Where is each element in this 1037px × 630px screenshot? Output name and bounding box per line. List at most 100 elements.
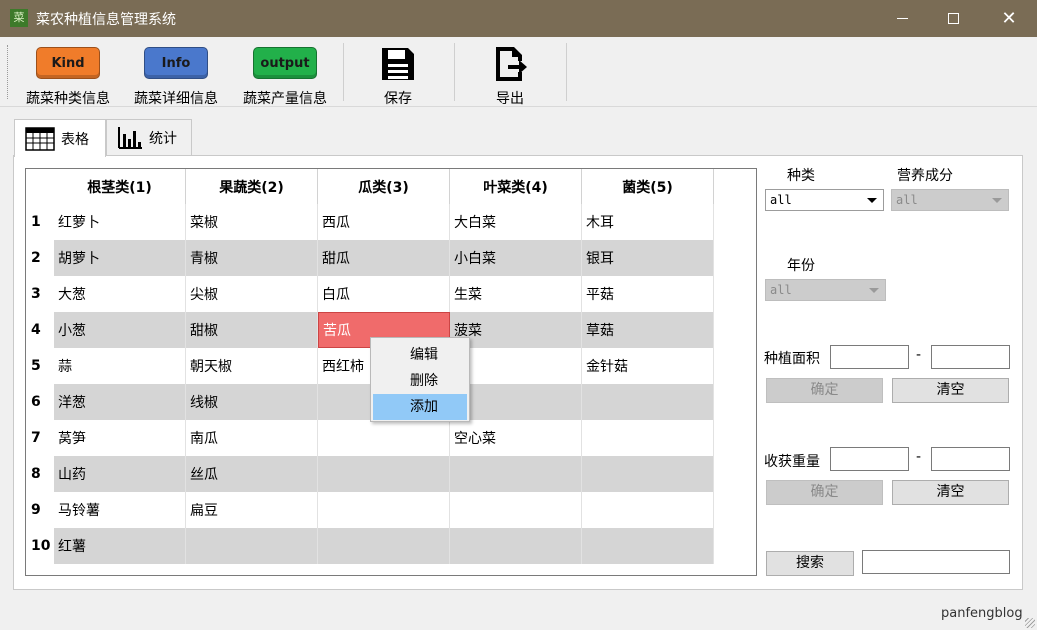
- table-cell[interactable]: 小白菜: [450, 240, 582, 276]
- table-cell[interactable]: 扁豆: [186, 492, 318, 528]
- table-cell[interactable]: 红薯: [54, 528, 186, 564]
- nutrition-select-value: all: [896, 193, 918, 207]
- area-filter-label: 种植面积: [764, 351, 820, 367]
- row-header[interactable]: 7: [26, 420, 54, 456]
- column-header[interactable]: 果蔬类(2): [186, 169, 318, 204]
- table-cell[interactable]: [450, 492, 582, 528]
- info-badge-icon: Info: [144, 47, 208, 79]
- area-clear-button[interactable]: 清空: [892, 378, 1009, 403]
- toolbar-separator: [566, 43, 567, 101]
- table-cell[interactable]: 小葱: [54, 312, 186, 348]
- table-cell[interactable]: 线椒: [186, 384, 318, 420]
- table-cell[interactable]: [450, 456, 582, 492]
- menu-item-edit[interactable]: 编辑: [371, 342, 469, 368]
- export-label: 导出: [496, 91, 524, 107]
- row-header[interactable]: 1: [26, 204, 54, 240]
- table-cell[interactable]: 木耳: [582, 204, 714, 240]
- column-header[interactable]: 根茎类(1): [54, 169, 186, 204]
- kind-button[interactable]: Kind 蔬菜种类信息: [18, 43, 118, 107]
- table-cell[interactable]: [450, 528, 582, 564]
- tab-table[interactable]: 表格: [14, 119, 106, 157]
- table-cell[interactable]: 山药: [54, 456, 186, 492]
- toolbar: Kind 蔬菜种类信息 Info 蔬菜详细信息 output 蔬菜产量信息 保存…: [0, 37, 1037, 107]
- table-cell[interactable]: 莴笋: [54, 420, 186, 456]
- bar-chart-icon: [118, 126, 142, 149]
- table-cell[interactable]: [582, 492, 714, 528]
- row-header[interactable]: 9: [26, 492, 54, 528]
- table-cell[interactable]: [582, 456, 714, 492]
- table-cell[interactable]: 大白菜: [450, 204, 582, 240]
- output-button[interactable]: output 蔬菜产量信息: [235, 43, 335, 107]
- table-cell[interactable]: [582, 528, 714, 564]
- row-header[interactable]: 4: [26, 312, 54, 348]
- column-header[interactable]: 菌类(5): [582, 169, 714, 204]
- resize-grip-icon[interactable]: [1025, 618, 1035, 628]
- area-min-input[interactable]: [830, 345, 909, 369]
- minimize-icon: [896, 18, 908, 19]
- table-cell[interactable]: 平菇: [582, 276, 714, 312]
- table-cell[interactable]: 蒜: [54, 348, 186, 384]
- table-cell[interactable]: 金针菇: [582, 348, 714, 384]
- watermark: panfengblog: [941, 606, 1023, 621]
- table-cell[interactable]: 生菜: [450, 276, 582, 312]
- table-cell[interactable]: [582, 384, 714, 420]
- weight-clear-button[interactable]: 清空: [892, 480, 1009, 505]
- menu-item-add[interactable]: 添加: [373, 394, 467, 420]
- table-cell[interactable]: 尖椒: [186, 276, 318, 312]
- info-label: 蔬菜详细信息: [134, 91, 218, 107]
- tab-table-label: 表格: [61, 131, 89, 148]
- weight-min-input[interactable]: [830, 447, 909, 471]
- tab-statistics-label: 统计: [149, 130, 177, 147]
- table-cell[interactable]: [318, 528, 450, 564]
- table-cell[interactable]: 青椒: [186, 240, 318, 276]
- weight-range-dash: -: [916, 449, 922, 465]
- table-cell[interactable]: 西瓜: [318, 204, 450, 240]
- table-cell[interactable]: 大葱: [54, 276, 186, 312]
- menu-item-delete[interactable]: 删除: [371, 368, 469, 394]
- row-header[interactable]: 6: [26, 384, 54, 420]
- column-header[interactable]: 瓜类(3): [318, 169, 450, 204]
- table-cell[interactable]: 胡萝卜: [54, 240, 186, 276]
- table-cell[interactable]: 红萝卜: [54, 204, 186, 240]
- tab-statistics[interactable]: 统计: [106, 119, 192, 155]
- close-button[interactable]: ✕: [986, 0, 1032, 37]
- table-cell[interactable]: 洋葱: [54, 384, 186, 420]
- table-cell[interactable]: [318, 456, 450, 492]
- table-cell[interactable]: 菜椒: [186, 204, 318, 240]
- export-button[interactable]: 导出: [478, 43, 542, 107]
- save-label: 保存: [384, 91, 412, 107]
- table-cell[interactable]: 南瓜: [186, 420, 318, 456]
- table-cell[interactable]: 银耳: [582, 240, 714, 276]
- area-range-dash: -: [916, 347, 922, 363]
- table-cell[interactable]: 甜瓜: [318, 240, 450, 276]
- table-cell[interactable]: [318, 420, 450, 456]
- table-cell[interactable]: 草菇: [582, 312, 714, 348]
- table-cell[interactable]: 丝瓜: [186, 456, 318, 492]
- info-button[interactable]: Info 蔬菜详细信息: [126, 43, 226, 107]
- column-header[interactable]: 叶菜类(4): [450, 169, 582, 204]
- weight-max-input[interactable]: [931, 447, 1010, 471]
- row-header[interactable]: 2: [26, 240, 54, 276]
- maximize-button[interactable]: [930, 0, 976, 37]
- table-cell[interactable]: [318, 492, 450, 528]
- table-cell[interactable]: 甜椒: [186, 312, 318, 348]
- row-header[interactable]: 10: [26, 528, 54, 564]
- search-input[interactable]: [862, 550, 1010, 574]
- table-cell[interactable]: [186, 528, 318, 564]
- area-max-input[interactable]: [931, 345, 1010, 369]
- save-button[interactable]: 保存: [366, 43, 430, 107]
- kind-select[interactable]: all: [765, 189, 884, 211]
- toolbar-grip[interactable]: [7, 45, 10, 99]
- maximize-icon: [947, 13, 959, 24]
- table-cell[interactable]: 朝天椒: [186, 348, 318, 384]
- table-cell[interactable]: 空心菜: [450, 420, 582, 456]
- row-header[interactable]: 8: [26, 456, 54, 492]
- search-button[interactable]: 搜索: [766, 551, 854, 576]
- row-header[interactable]: 5: [26, 348, 54, 384]
- table-cell[interactable]: 马铃薯: [54, 492, 186, 528]
- minimize-button[interactable]: [879, 0, 925, 37]
- table-cell[interactable]: 白瓜: [318, 276, 450, 312]
- row-header[interactable]: 3: [26, 276, 54, 312]
- weight-confirm-button: 确定: [766, 480, 883, 505]
- table-cell[interactable]: [582, 420, 714, 456]
